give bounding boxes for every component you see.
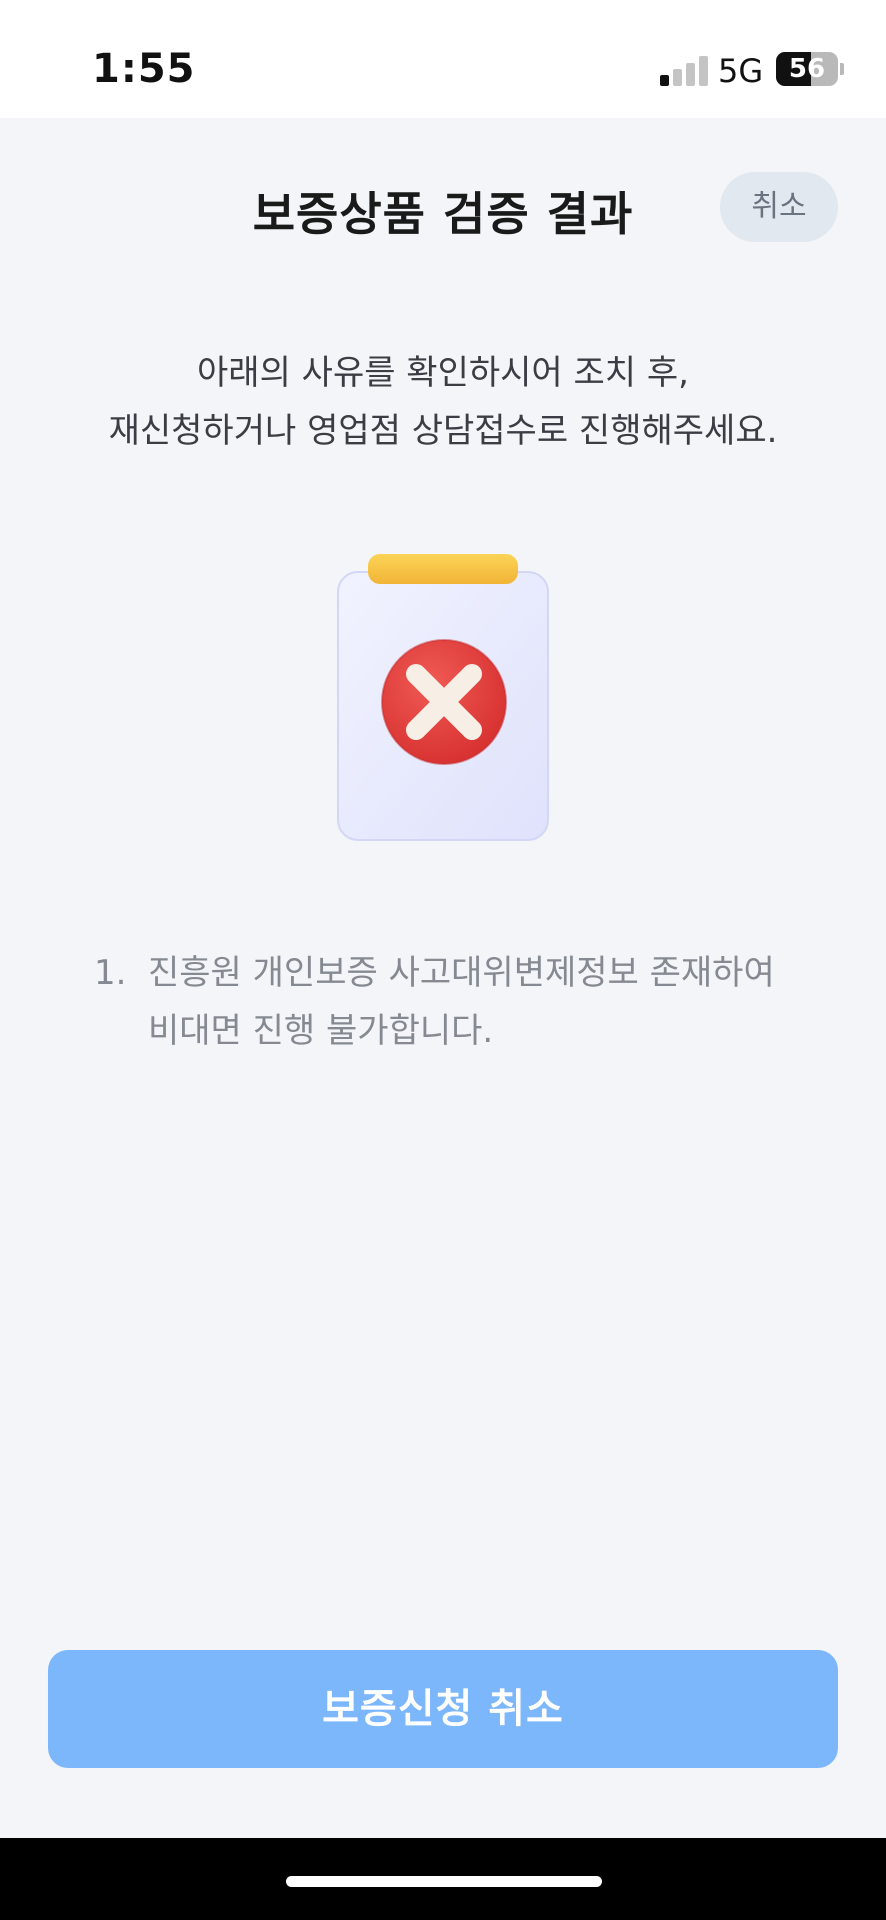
- clipboard-error-icon: [330, 552, 556, 844]
- network-type: 5G: [718, 52, 764, 90]
- signal-bar: [673, 69, 682, 86]
- status-time: 1:55: [92, 46, 196, 92]
- battery-cap: [840, 63, 844, 75]
- instruction-line-2: 재신청하거나 영업점 상담접수로 진행해주세요.: [108, 411, 778, 451]
- header-cancel-button[interactable]: 취소: [720, 172, 838, 242]
- reason-number: 1.: [94, 953, 127, 993]
- battery-icon: 56: [776, 52, 838, 86]
- signal-bar: [660, 75, 669, 86]
- screen: 1:55 5G 56 보증상품 검증 결과 취소 아래의 사유를 확인하시어 조…: [0, 0, 886, 1920]
- reason-text-line-1: 진흥원 개인보증 사고대위변제정보 존재하여: [148, 953, 775, 993]
- reason-list: 1. 진흥원 개인보증 사고대위변제정보 존재하여 비대면 진행 불가합니다.: [94, 944, 814, 1060]
- instruction-message: 아래의 사유를 확인하시어 조치 후, 재신청하거나 영업점 상담접수로 진행해…: [30, 344, 856, 460]
- cellular-signal-icon: [660, 56, 708, 86]
- home-indicator-area: [0, 1838, 886, 1920]
- signal-bar: [686, 63, 695, 86]
- cancel-application-button[interactable]: 보증신청 취소: [48, 1650, 838, 1768]
- battery-percentage: 56: [788, 54, 826, 84]
- home-indicator[interactable]: [286, 1876, 602, 1887]
- instruction-line-1: 아래의 사유를 확인하시어 조치 후,: [197, 353, 689, 393]
- reason-text-line-2: 비대면 진행 불가합니다.: [148, 1011, 494, 1051]
- signal-bar: [699, 56, 708, 86]
- status-bar: 1:55 5G 56: [0, 0, 886, 118]
- list-item: 1. 진흥원 개인보증 사고대위변제정보 존재하여 비대면 진행 불가합니다.: [94, 944, 814, 1060]
